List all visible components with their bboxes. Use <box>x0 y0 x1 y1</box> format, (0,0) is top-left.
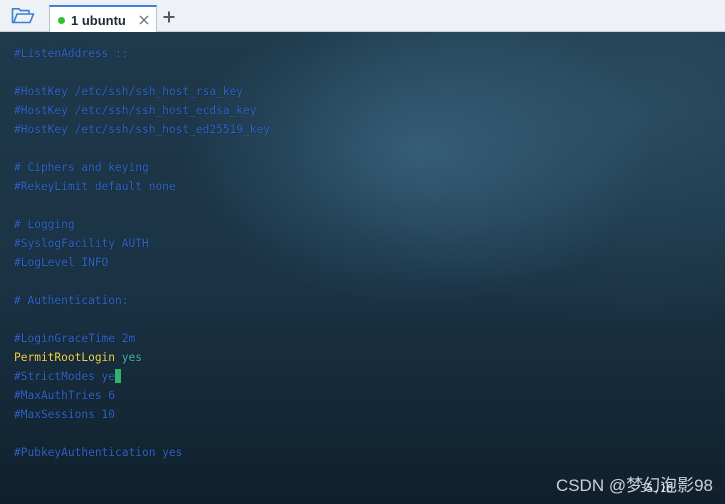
close-icon[interactable] <box>138 14 150 26</box>
config-value: yes <box>121 351 143 364</box>
terminal-line: #MaxAuthTries 6 <box>14 389 116 402</box>
tab-bar: 1 ubuntu <box>0 0 725 33</box>
terminal-output: #ListenAddress :: #HostKey /etc/ssh/ssh_… <box>14 44 270 462</box>
watermark: CSDN @梦幻泡影98 <box>555 476 713 495</box>
terminal-line: #HostKey /etc/ssh/ssh_host_rsa_key <box>14 85 244 98</box>
terminal-line: #ListenAddress :: <box>14 47 129 60</box>
terminal-line: # Ciphers and keying <box>14 161 149 174</box>
terminal-line: #HostKey /etc/ssh/ssh_host_ecdsa_key <box>14 104 257 117</box>
terminal-line: #PubkeyAuthentication yes <box>14 446 183 459</box>
terminal-line: #HostKey /etc/ssh/ssh_host_ed25519_key <box>14 123 270 136</box>
folder-open-icon[interactable] <box>8 5 38 27</box>
terminal-line: #RekeyLimit default none <box>14 180 176 193</box>
terminal-line: #SyslogFacility AUTH <box>14 237 149 250</box>
terminal-line: #LoginGraceTime 2m <box>14 332 136 345</box>
tab-ubuntu[interactable]: 1 ubuntu <box>49 5 157 33</box>
terminal-line: #LogLevel INFO <box>14 256 109 269</box>
terminal-line-permit-root-login: PermitRootLogin yes <box>14 348 270 367</box>
terminal-line-cursor: #StrictModes ye <box>14 367 270 386</box>
config-key: PermitRootLogin <box>14 351 116 364</box>
cursor-line-text: #StrictModes ye <box>14 370 116 383</box>
connection-status-dot <box>58 16 65 24</box>
terminal-line: #MaxSessions 10 <box>14 408 116 421</box>
terminal-line: # Logging <box>14 218 75 231</box>
plus-icon[interactable] <box>160 8 178 26</box>
terminal-line: # Authentication: <box>14 294 129 307</box>
text-cursor <box>115 369 122 383</box>
terminal-pane[interactable]: #ListenAddress :: #HostKey /etc/ssh/ssh_… <box>0 32 725 504</box>
tab-label: 1 ubuntu <box>71 12 126 28</box>
